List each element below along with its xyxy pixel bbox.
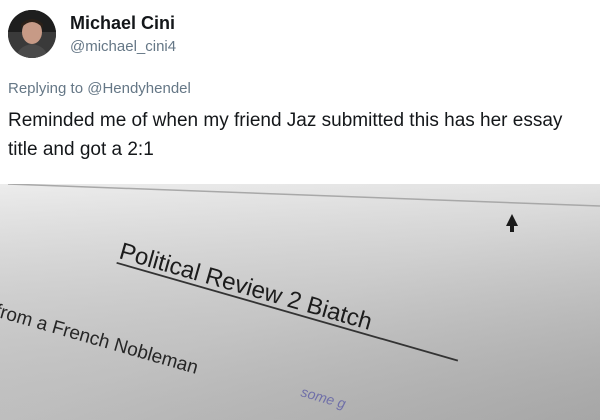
tweet-media-photo[interactable]: Political Review 2 Biatch from a French … bbox=[0, 184, 600, 420]
tweet-card: Michael Cini @michael_cini4 Replying to … bbox=[0, 0, 600, 420]
tweet-body-text: Reminded me of when my friend Jaz submit… bbox=[8, 110, 563, 160]
avatar[interactable] bbox=[8, 10, 56, 58]
author-handle[interactable]: @michael_cini4 bbox=[70, 38, 176, 55]
reply-prefix: Replying to bbox=[8, 80, 84, 97]
reply-context: Replying to @Hendyhendel bbox=[8, 80, 191, 97]
tweet-header: Michael Cini @michael_cini4 bbox=[6, 8, 586, 64]
reply-to-handle-link[interactable]: @Hendyhendel bbox=[87, 80, 191, 97]
author-display-name[interactable]: Michael Cini bbox=[70, 13, 175, 34]
